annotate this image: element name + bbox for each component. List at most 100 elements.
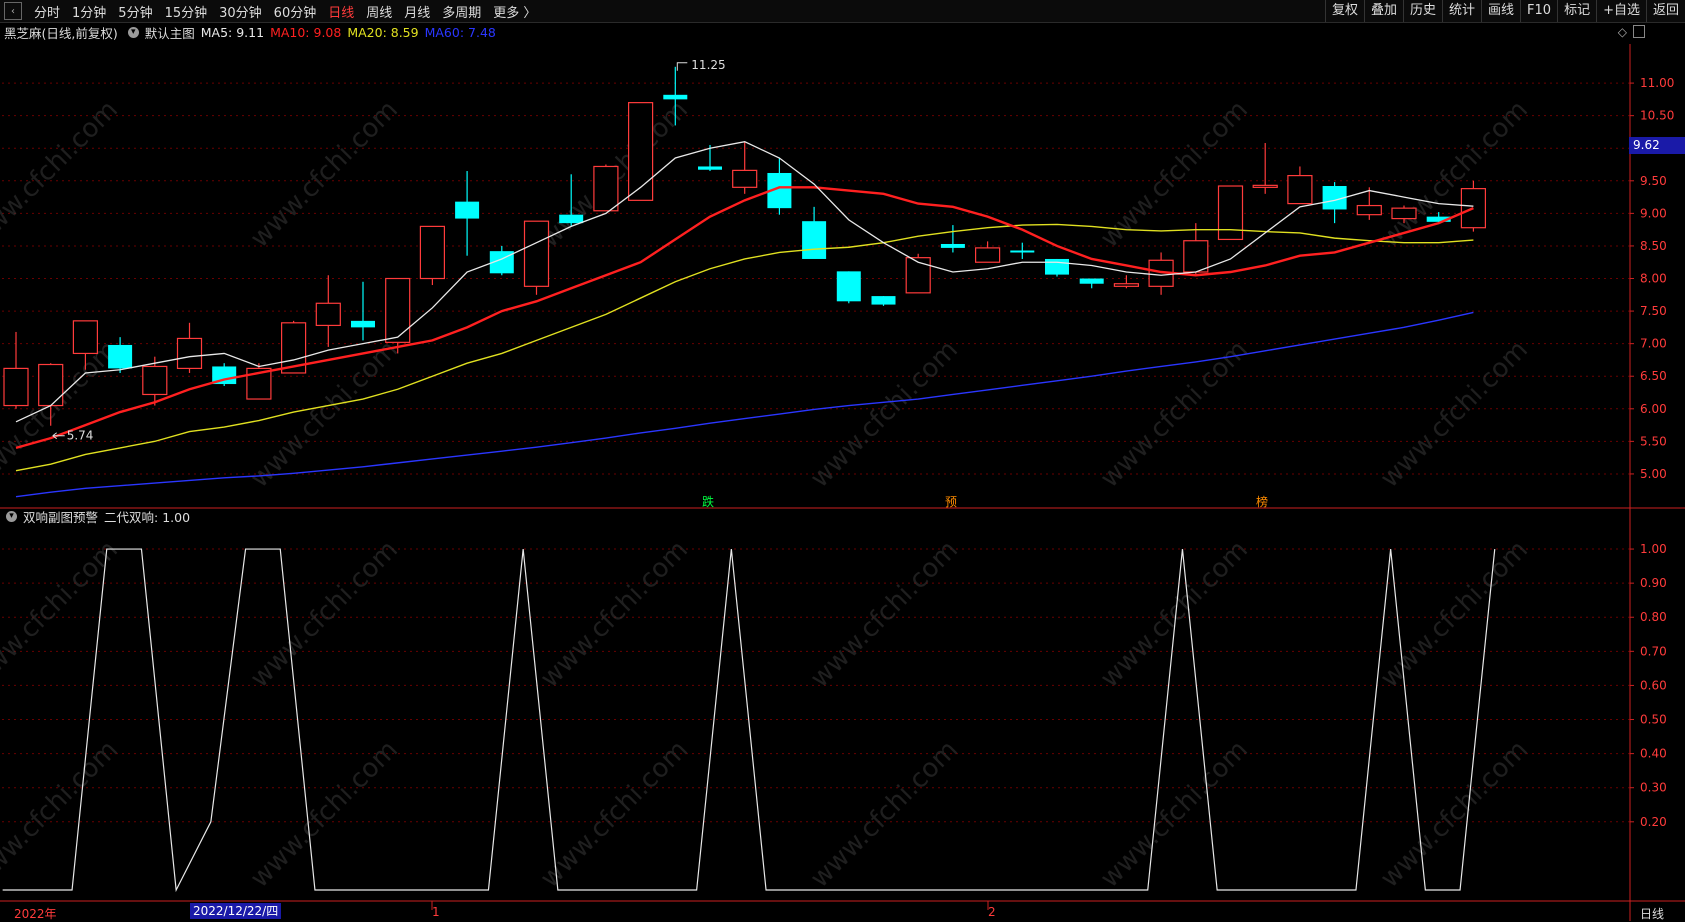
period-tab-4[interactable]: 30分钟 (213, 2, 268, 21)
settings-circle-icon[interactable]: ▾ (127, 26, 139, 38)
candle-body-up (246, 367, 272, 400)
period-label: 日线 (1640, 907, 1665, 921)
candle-body-up (627, 102, 654, 201)
sub-axis-label: 0.20 (1640, 815, 1667, 829)
period-tab-1[interactable]: 1分钟 (66, 2, 112, 21)
watermark-text: www.cfchi.com (805, 335, 964, 494)
period-tab-5[interactable]: 60分钟 (268, 2, 323, 21)
price-axis-label: 10.50 (1640, 109, 1674, 123)
candle-body-up (523, 220, 550, 287)
main-indicator-name[interactable]: 默认主图 (145, 23, 195, 42)
candle-body-up (1217, 185, 1244, 241)
candle-body-up (385, 277, 411, 343)
toolbar-button-0[interactable]: 复权 (1324, 0, 1364, 22)
candle (385, 277, 411, 354)
toolbar-button-5[interactable]: F10 (1520, 0, 1557, 22)
back-arrow-icon[interactable]: ‹ (4, 2, 22, 20)
period-tabs: 分时 1分钟 5分钟 15分钟 30分钟 60分钟 日线 周线 月线 多周期 更多 〉 (28, 2, 542, 21)
high-marker-arrow (676, 62, 688, 71)
watermark-text: www.cfchi.com (1375, 95, 1534, 254)
candle-body-up (1356, 204, 1382, 216)
watermark-text: www.cfchi.com (805, 735, 964, 894)
candle-body-up (1287, 174, 1313, 205)
period-tab-2[interactable]: 5分钟 (112, 2, 158, 21)
candle (455, 171, 480, 256)
ma20-line (15, 223, 1474, 472)
candle (698, 144, 722, 172)
candle (281, 320, 307, 374)
candle-body-down (455, 201, 480, 219)
period-tab-8[interactable]: 月线 (398, 2, 436, 21)
candle (1322, 182, 1347, 224)
period-tab-10[interactable]: 更多 〉 (487, 2, 542, 21)
candle-body-down (698, 166, 722, 170)
candle (1460, 180, 1487, 232)
month-label-2: 2 (988, 905, 996, 919)
candle-body-up (1460, 188, 1487, 229)
watermark-text: www.cfchi.com (245, 535, 404, 694)
toolbar-button-1[interactable]: 叠加 (1363, 0, 1403, 22)
toolbar-button-6[interactable]: 标记 (1557, 0, 1596, 22)
toolbar-button-4[interactable]: 画线 (1481, 0, 1520, 22)
candle (1252, 143, 1278, 194)
sub-settings-circle-icon[interactable]: ▾ (6, 510, 17, 522)
sub-indicator-name[interactable]: 双响副图预警 (23, 507, 98, 526)
candle (1010, 242, 1035, 259)
period-tab-6[interactable]: 日线 (322, 2, 360, 21)
watermark-text: www.cfchi.com (1095, 535, 1254, 694)
watermark-text: www.cfchi.com (245, 335, 404, 494)
sub-axis-label: 0.30 (1640, 781, 1667, 795)
candle (72, 320, 99, 370)
price-axis-label: 7.50 (1640, 304, 1667, 318)
candle-body-down (212, 366, 237, 385)
candle (974, 241, 1001, 263)
candle (1426, 212, 1451, 224)
candle (627, 102, 654, 201)
candle (871, 296, 896, 306)
period-tab-3[interactable]: 15分钟 (159, 2, 214, 21)
price-axis-label: 9.00 (1640, 206, 1667, 220)
price-axis-label: 8.50 (1640, 239, 1667, 253)
toolbar-button-3[interactable]: 统计 (1442, 0, 1481, 22)
candle-body-up (1252, 184, 1278, 188)
period-tab-0[interactable]: 分时 (28, 2, 66, 21)
ma60-value: MA60: 7.48 (424, 24, 496, 40)
toolbar-button-7[interactable]: +自选 (1596, 0, 1646, 22)
candle-body-down (489, 251, 514, 274)
sub-axis-label: 1.00 (1640, 542, 1667, 556)
marker-die[interactable]: 跌 (702, 493, 714, 510)
ma10-line (15, 186, 1474, 450)
candle-body-down (1010, 250, 1035, 253)
watermark-text: www.cfchi.com (1375, 535, 1534, 694)
candles (3, 66, 1487, 426)
candle (593, 164, 619, 212)
toolbar-button-2[interactable]: 历史 (1402, 0, 1442, 22)
period-tab-9[interactable]: 多周期 (436, 2, 487, 21)
watermark-text: www.cfchi.com (0, 95, 124, 254)
price-axis-label: 6.50 (1640, 369, 1667, 383)
sub-axis-label: 0.60 (1640, 678, 1667, 692)
panel-toggle-icon[interactable] (1633, 25, 1645, 38)
candle-body-up (732, 169, 758, 188)
watermark-text: www.cfchi.com (535, 735, 694, 894)
candle (142, 356, 168, 406)
candle-body-down (1045, 258, 1069, 275)
high-price-label: 11.25 (691, 58, 725, 72)
watermark-text: www.cfchi.com (535, 535, 694, 694)
candle-body-down (1322, 186, 1347, 210)
period-tab-7[interactable]: 周线 (360, 2, 398, 21)
diamond-icon[interactable]: ◇ (1618, 25, 1627, 39)
watermark-text: www.cfchi.com (0, 535, 124, 694)
watermark-text: www.cfchi.com (1375, 335, 1534, 494)
marker-bang[interactable]: 榜 (1256, 493, 1268, 510)
main-chart-info: 黑芝麻(日线,前复权) ▾ 默认主图 MA5: 9.11 MA10: 9.08 … (4, 22, 502, 42)
candle (108, 337, 133, 373)
price-axis-label: 7.00 (1640, 337, 1667, 351)
candle-body-down (663, 94, 688, 100)
watermark-text: www.cfchi.com (1095, 335, 1254, 494)
candle-body-down (1079, 278, 1104, 284)
toolbar-button-8[interactable]: 返回 (1645, 0, 1685, 22)
candle (1391, 205, 1417, 224)
candle-body-up (176, 337, 203, 370)
marker-yu[interactable]: 预 (945, 493, 957, 510)
